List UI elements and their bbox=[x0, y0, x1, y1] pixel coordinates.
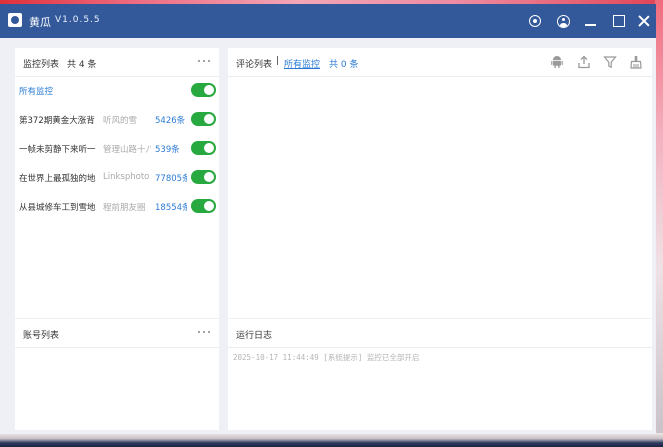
monitor-author: 管理山路十八弯 bbox=[103, 145, 151, 155]
more-options-icon[interactable] bbox=[197, 327, 213, 337]
all-monitors-toggle[interactable] bbox=[191, 83, 216, 97]
account-panel: 账号列表 bbox=[15, 319, 219, 430]
app-name: 黄瓜 bbox=[29, 16, 51, 29]
close-button[interactable] bbox=[634, 11, 654, 31]
monitor-author: Linksphoto bbox=[103, 172, 150, 182]
log-panel-header: 运行日志 bbox=[228, 319, 652, 348]
title-bar[interactable]: 黄瓜 V1.0.5.5 bbox=[0, 4, 656, 38]
minimize-icon bbox=[584, 24, 596, 26]
more-options-icon[interactable] bbox=[197, 56, 213, 66]
user-icon bbox=[556, 14, 570, 28]
monitor-title: 第372期黄金大涨背 bbox=[19, 116, 95, 126]
close-icon bbox=[638, 15, 650, 27]
clean-icon[interactable] bbox=[629, 55, 643, 69]
monitor-comment-count: 18554条 bbox=[155, 203, 187, 213]
monitor-toggle[interactable] bbox=[191, 170, 216, 184]
monitor-title: 从县城修车工到雪地 bbox=[19, 203, 96, 213]
log-entry: 2025-10-17 11:44:49 [系统提示] 监控已全部开启 bbox=[233, 353, 420, 362]
android-icon[interactable] bbox=[550, 55, 564, 69]
monitor-row-all[interactable]: 所有监控 bbox=[15, 76, 219, 105]
log-panel-title: 运行日志 bbox=[236, 331, 273, 341]
monitor-comment-count: 5426条 bbox=[155, 116, 186, 126]
monitor-author: 程前朋友圈 bbox=[103, 203, 146, 213]
monitor-author: 听风的雪 bbox=[103, 116, 138, 126]
app-logo-icon bbox=[8, 13, 22, 27]
comment-panel: 评论列表 | 所有监控 共 0 条 bbox=[228, 48, 652, 318]
header-separator: | bbox=[276, 56, 280, 66]
monitor-row[interactable]: 在世界上最孤独的地 Linksphoto 77805条 bbox=[15, 163, 219, 192]
user-button[interactable] bbox=[553, 11, 573, 31]
minimize-button[interactable] bbox=[580, 11, 600, 31]
account-panel-title: 账号列表 bbox=[23, 331, 60, 341]
maximize-icon bbox=[613, 15, 625, 27]
desktop-wallpaper-right bbox=[655, 0, 663, 447]
comment-panel-header: 评论列表 | 所有监控 共 0 条 bbox=[228, 48, 652, 77]
monitor-row[interactable]: 第372期黄金大涨背 听风的雪 5426条 bbox=[15, 105, 219, 134]
account-panel-header: 账号列表 bbox=[15, 319, 219, 348]
comment-count: 共 0 条 bbox=[329, 60, 359, 70]
monitor-toggle[interactable] bbox=[191, 112, 216, 126]
app-version: V1.0.5.5 bbox=[55, 15, 101, 25]
log-panel: 运行日志 2025-10-17 11:44:49 [系统提示] 监控已全部开启 bbox=[228, 319, 652, 430]
monitor-title: 一帧未剪静下来听一 bbox=[19, 145, 96, 155]
monitor-title: 在世界上最孤独的地 bbox=[19, 174, 96, 184]
monitor-toggle[interactable] bbox=[191, 199, 216, 213]
maximize-button[interactable] bbox=[609, 11, 629, 31]
app-window: 黄瓜 V1.0.5.5 监控列表 共 4 条 所有监控 第372期黄金大涨背 听… bbox=[0, 4, 656, 434]
upload-icon[interactable] bbox=[577, 55, 591, 69]
monitor-toggle[interactable] bbox=[191, 141, 216, 155]
monitor-comment-count: 77805条 bbox=[155, 174, 187, 184]
monitor-panel-header: 监控列表 共 4 条 bbox=[15, 48, 219, 77]
desktop-wallpaper-bottom bbox=[0, 433, 663, 447]
monitor-row[interactable]: 从县城修车工到雪地 程前朋友圈 18554条 bbox=[15, 192, 219, 221]
monitor-count: 共 4 条 bbox=[67, 60, 97, 70]
comment-panel-title: 评论列表 bbox=[236, 60, 273, 70]
filter-icon[interactable] bbox=[603, 55, 617, 69]
comment-filter-link[interactable]: 所有监控 bbox=[284, 57, 320, 70]
monitor-panel: 监控列表 共 4 条 所有监控 第372期黄金大涨背 听风的雪 5426条 一帧… bbox=[15, 48, 219, 318]
settings-button[interactable] bbox=[525, 11, 545, 31]
all-monitors-label[interactable]: 所有监控 bbox=[19, 85, 53, 97]
monitor-panel-title: 监控列表 bbox=[23, 60, 60, 70]
monitor-comment-count: 539条 bbox=[155, 145, 180, 155]
monitor-row[interactable]: 一帧未剪静下来听一 管理山路十八弯 539条 bbox=[15, 134, 219, 163]
gear-icon bbox=[529, 15, 541, 27]
